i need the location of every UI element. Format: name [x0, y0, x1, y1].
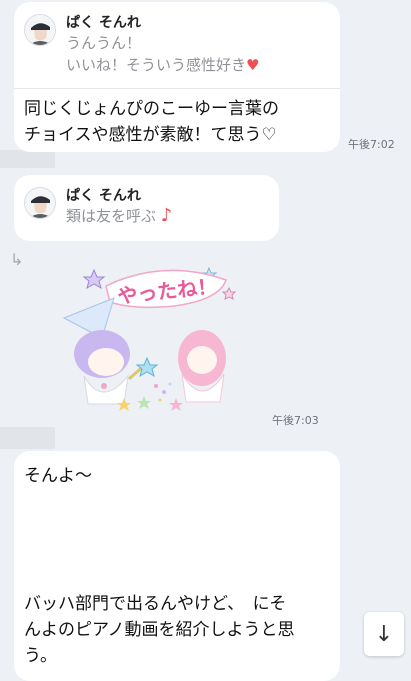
message-bubble-2[interactable]: ぱく そんれ 類は友を呼ぶ ♪ — [14, 175, 279, 241]
message-body: バッハ部門で出るんやけど、 にそ んよのピアノ動画を紹介しようと思 う。 — [24, 591, 294, 669]
reply-quoted-line: 類は友を呼ぶ ♪ — [66, 205, 172, 227]
message-time-1: 午後7:02 — [348, 138, 395, 151]
reply-quoted-line-2: いいね！そういう感性好き♥ — [66, 54, 259, 76]
message-bubble-3[interactable]: そんよ〜 バッハ部門で出るんやけど、 にそ んよのピアノ動画を紹介しようと思 う… — [14, 451, 340, 681]
reply-quoted-line-1: うんうん！ — [66, 34, 142, 52]
heart-icon: ♥ — [246, 56, 260, 74]
reply-quoted-text: いいね！そういう感性好き — [66, 56, 247, 74]
message-line-2: バッハ部門で出るんやけど、 にそ — [24, 594, 287, 614]
message-line-1: そんよ〜 — [24, 466, 92, 486]
reply-quoted-text: 類は友を呼ぶ — [66, 207, 157, 225]
reply-author-name: ぱく そんれ — [66, 15, 141, 31]
reply-arrow-icon: ↳ — [10, 250, 24, 269]
message-line-2: チョイスや感性が素敵！て思う♡ — [24, 125, 277, 145]
reply-quote[interactable]: ぱく そんれ うんうん！ いいね！そういう感性好き♥ — [14, 2, 340, 76]
avatar[interactable] — [24, 14, 56, 46]
hidden-name-block-2 — [0, 427, 55, 449]
message-line-3: んよのピアノ動画を紹介しようと思 — [24, 620, 295, 640]
reply-author-name: ぱく そんれ — [66, 188, 141, 204]
reply-quote[interactable]: ぱく そんれ 類は友を呼ぶ ♪ — [14, 175, 279, 227]
reply-divider — [14, 88, 340, 89]
arrow-down-icon: ↓ — [374, 621, 394, 647]
message-bubble-1[interactable]: ぱく そんれ うんうん！ いいね！そういう感性好き♥ 同じくじょんぴのこーゆー言… — [14, 2, 340, 152]
message-line-4: う。 — [24, 646, 57, 666]
avatar[interactable] — [24, 187, 56, 219]
music-note-icon: ♪ — [160, 205, 173, 226]
message-text: 同じくじょんぴのこーゆー言葉の チョイスや感性が素敵！て思う♡ — [24, 96, 279, 148]
sticker-image[interactable]: やったね！ — [44, 258, 244, 420]
message-time-2: 午後7:03 — [272, 414, 319, 427]
message-line-1: 同じくじょんぴのこーゆー言葉の — [24, 99, 279, 119]
hidden-name-block-1 — [0, 150, 55, 168]
scroll-to-bottom-button[interactable]: ↓ — [364, 612, 404, 656]
